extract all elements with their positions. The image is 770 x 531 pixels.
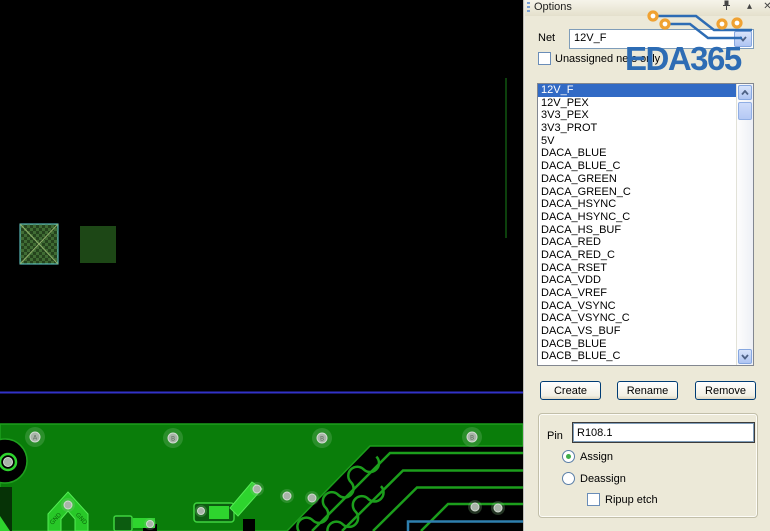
svg-text:B: B — [171, 436, 175, 443]
pin-label: Pin — [547, 430, 563, 442]
options-panel: Options ▴ ✕ Net 12V_F Unassigned nets on… — [525, 0, 770, 531]
unassigned-nets-checkbox[interactable] — [538, 52, 551, 65]
pin-icon[interactable] — [719, 0, 734, 14]
net-list-item[interactable]: 3V3_PROT — [538, 122, 737, 135]
scroll-up-icon[interactable] — [738, 85, 752, 100]
svg-text:B: B — [320, 436, 324, 443]
close-icon[interactable]: ✕ — [760, 0, 770, 14]
net-list-item[interactable]: DACB_BLUE — [538, 338, 737, 351]
rename-button[interactable]: Rename — [617, 381, 678, 400]
net-list-item[interactable]: DACA_VREF — [538, 287, 737, 300]
pin-groupbox: Pin Assign Deassign Ripup etch — [538, 413, 758, 518]
unassigned-nets-label: Unassigned nets only — [555, 52, 661, 65]
collapse-icon[interactable]: ▴ — [742, 0, 757, 14]
net-combobox[interactable]: 12V_F — [569, 29, 754, 49]
plane-notch — [243, 519, 255, 531]
net-list-item[interactable]: 12V_PEX — [538, 97, 737, 110]
deassign-label: Deassign — [580, 472, 626, 485]
net-combobox-value: 12V_F — [574, 32, 607, 44]
remove-button[interactable]: Remove — [695, 381, 756, 400]
net-list-item[interactable]: 3V3_PEX — [538, 109, 737, 122]
deassign-radio[interactable] — [562, 472, 575, 485]
net-list-item[interactable]: DACA_VDD — [538, 274, 737, 287]
net-list-item[interactable]: DACA_VS_BUF — [538, 325, 737, 338]
solid-pad[interactable] — [80, 226, 116, 263]
assign-radio[interactable] — [562, 450, 575, 463]
svg-text:B: B — [470, 435, 474, 442]
net-list-item[interactable]: DACA_HSYNC_C — [538, 211, 737, 224]
panel-title: Options — [534, 1, 572, 13]
scroll-thumb[interactable] — [738, 102, 752, 120]
assign-label: Assign — [580, 450, 614, 463]
net-list-item[interactable]: 5V — [538, 135, 737, 148]
pcb-canvas[interactable]: GND GND A B B B — [0, 0, 523, 531]
pin-input[interactable] — [573, 423, 754, 442]
net-list-item[interactable]: DACA_HS_BUF — [538, 224, 737, 237]
net-list-item[interactable]: 12V_F — [538, 84, 737, 97]
ripup-etch-checkbox[interactable] — [587, 493, 600, 506]
net-list-scrollbar[interactable] — [736, 84, 753, 365]
ripup-etch-label: Ripup etch — [605, 493, 658, 506]
create-button[interactable]: Create — [540, 381, 601, 400]
panel-titlebar[interactable]: Options ▴ ✕ — [525, 0, 770, 16]
net-list-item[interactable]: DACA_BLUE_C — [538, 160, 737, 173]
net-list-item[interactable]: DACB_BLUE_C — [538, 350, 737, 363]
net-list-item[interactable]: DACA_RSET — [538, 262, 737, 275]
net-list-item[interactable]: DACA_VSYNC — [538, 300, 737, 313]
net-label: Net — [538, 32, 556, 44]
scroll-down-icon[interactable] — [738, 349, 752, 364]
chevron-down-icon[interactable] — [734, 31, 752, 47]
net-list-item[interactable]: DACA_HSYNC — [538, 198, 737, 211]
net-list-item[interactable]: DACA_GREEN_C — [538, 186, 737, 199]
net-list[interactable]: 12V_F 12V_PEX 3V3_PEX 3V3_PROT 5V DACA_BLUE DA… — [537, 83, 754, 366]
net-list-item[interactable]: DACA_BLUE — [538, 147, 737, 160]
net-list-item[interactable]: DACA_GREEN — [538, 173, 737, 186]
crosshatch-pad[interactable] — [19, 223, 59, 265]
net-list-item[interactable]: DACA_VSYNC_C — [538, 312, 737, 325]
net-list-item[interactable]: DACA_RED_C — [538, 249, 737, 262]
drag-handle-icon[interactable] — [527, 2, 530, 13]
net-list-item[interactable]: DACA_RED — [538, 236, 737, 249]
